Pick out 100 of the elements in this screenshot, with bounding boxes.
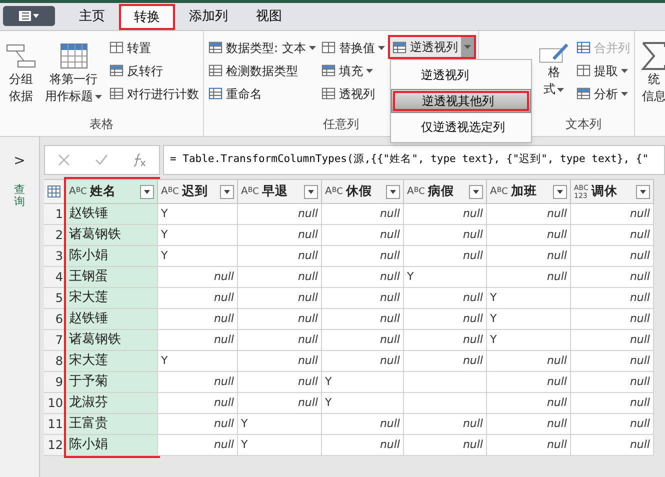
table-cell: null <box>238 225 322 246</box>
column-name: 加班 <box>510 182 538 200</box>
ribbon-tab[interactable]: 主页 <box>65 4 119 30</box>
table-cell: null <box>238 372 322 393</box>
table-cell: null <box>158 330 238 351</box>
table-cell: 于予菊 <box>66 372 158 393</box>
table-cell: null <box>571 393 654 414</box>
ribbon-button[interactable]: 将第一行 用作标题 <box>43 37 104 105</box>
table-cell: null <box>238 246 322 267</box>
column-name: 病假 <box>428 182 455 200</box>
table-cell: 龙淑芬 <box>66 393 158 414</box>
table-cell: 王钢蛋 <box>66 267 158 288</box>
caret-icon <box>557 88 564 92</box>
table-cell: Y <box>158 204 238 225</box>
table-icon <box>320 86 336 101</box>
table-cell: null <box>238 309 322 330</box>
dropdown-icon[interactable] <box>553 184 567 198</box>
table-menu-icon[interactable] <box>46 184 62 198</box>
row-number: 12 <box>44 435 65 456</box>
row-number: 6 <box>44 309 65 330</box>
table-cell: null <box>571 246 654 267</box>
table-cell: null <box>238 393 322 414</box>
ribbon-button[interactable]: 填充 <box>320 60 385 81</box>
ribbon-button[interactable]: 反转行 <box>109 60 199 81</box>
caret-icon <box>620 92 628 96</box>
ribbon-button[interactable]: 分组 依据 <box>4 37 38 105</box>
ribbon-button[interactable]: 对行进行计数 <box>109 83 199 104</box>
ribbon-tab[interactable]: 添加列 <box>175 4 242 30</box>
table-cell: null <box>571 309 654 330</box>
row-number: 3 <box>44 246 65 267</box>
table-cell: Y <box>158 225 238 246</box>
table-cell: null <box>238 267 322 288</box>
table-icon <box>320 63 336 78</box>
ribbon-button[interactable]: 检测数据类型 <box>208 60 316 81</box>
column-name: 姓名 <box>90 182 117 200</box>
row-number: 5 <box>44 288 65 309</box>
table-cell: 赵铁锤 <box>66 309 158 330</box>
dropdown-icon[interactable] <box>220 184 234 198</box>
table-icon <box>576 63 591 78</box>
table-cell: 陈小娟 <box>66 246 158 267</box>
grid-icon <box>58 41 88 71</box>
ribbon-button[interactable]: 透视列 <box>320 83 385 104</box>
caret-icon <box>366 68 373 72</box>
ribbon-button[interactable]: 数据类型: 文本 <box>208 37 316 58</box>
dropdown-icon[interactable] <box>140 184 154 198</box>
ribbon-button[interactable]: 替换值 <box>320 37 385 58</box>
menu-item[interactable]: 逆透视其他列 <box>390 89 531 113</box>
dropdown-icon[interactable] <box>469 184 483 198</box>
function-icon[interactable] <box>131 152 148 168</box>
table-cell: null <box>487 204 571 225</box>
caret-icon <box>308 46 316 50</box>
table-cell: null <box>571 414 654 435</box>
group-label: 表格 <box>90 116 114 133</box>
table-cell: null <box>404 414 487 435</box>
dropdown-icon[interactable] <box>304 184 318 198</box>
table-icon <box>109 86 124 101</box>
table-cell: null <box>158 372 238 393</box>
table-cell: null <box>571 351 654 372</box>
ribbon-button[interactable]: 重命名 <box>208 83 316 104</box>
table-cell: null <box>571 204 654 225</box>
table-cell: 诸葛钢铁 <box>66 330 158 351</box>
formula-field[interactable]: = Table.TransformColumnTypes(源,{{"姓名", type text}, {"迟到", type text}, {" <box>163 145 665 175</box>
ribbon-button[interactable]: 分析 <box>576 83 630 104</box>
ribbon-button[interactable]: 提取 <box>576 60 630 81</box>
table-cell: null <box>322 330 404 351</box>
table-cell: null <box>158 309 238 330</box>
ribbon-tab[interactable]: 转换 <box>119 4 175 30</box>
ribbon-tab[interactable]: 视图 <box>242 4 296 30</box>
ribbon-button[interactable]: 格 式 <box>536 37 571 98</box>
table-cell: null <box>322 309 404 330</box>
table-icon <box>576 40 591 55</box>
dropdown-icon[interactable] <box>386 184 400 198</box>
table-icon <box>576 86 591 101</box>
column-name: 调休 <box>591 182 618 200</box>
table-cell: null <box>487 435 571 456</box>
pencil-box-icon <box>538 41 569 64</box>
ribbon-button[interactable]: 转置 <box>109 37 199 58</box>
table-cell: Y <box>404 267 487 288</box>
row-number: 1 <box>44 204 65 225</box>
row-number: 4 <box>44 267 65 288</box>
table-cell: null <box>158 288 238 309</box>
table-cell: Y <box>322 372 404 393</box>
menu-item[interactable]: 仅逆透视选定列 <box>390 115 531 139</box>
app-menu-button[interactable] <box>3 6 55 26</box>
table-cell: Y <box>238 435 322 456</box>
unpivot-split-button[interactable]: 逆透视列 <box>390 37 474 57</box>
table-icon <box>208 40 223 55</box>
table-cell: Y <box>487 309 571 330</box>
dropdown-icon[interactable] <box>636 184 650 198</box>
expand-button[interactable]: > <box>14 151 26 172</box>
table-cell: null <box>238 288 322 309</box>
check-icon[interactable] <box>94 153 108 167</box>
menu-item[interactable]: 逆透视列 <box>390 63 531 87</box>
menu-icon <box>18 10 40 22</box>
table-cell: null <box>571 330 654 351</box>
table-cell: null <box>322 246 404 267</box>
table-cell: Y <box>487 330 571 351</box>
table-cell: null <box>487 414 571 435</box>
table-icon <box>320 40 336 55</box>
table-cell: null <box>404 351 487 372</box>
